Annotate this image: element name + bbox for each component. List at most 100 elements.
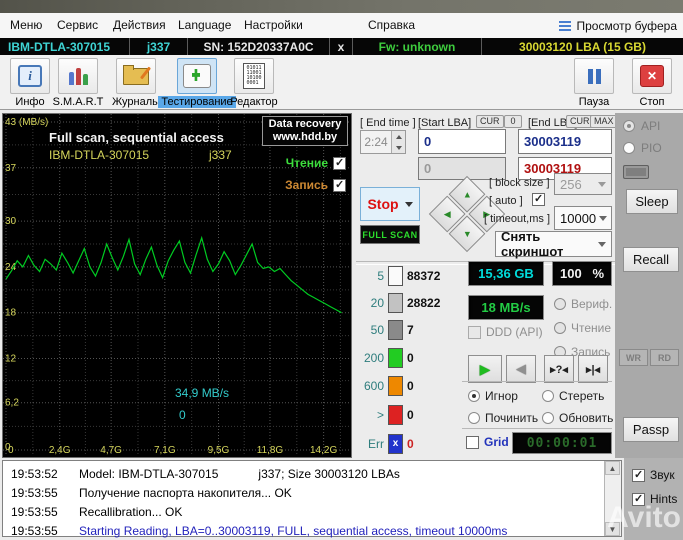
log-message: Получение паспорта накопителя... OK bbox=[79, 485, 292, 500]
start-lba-label: [Start LBA] bbox=[418, 117, 472, 129]
timeout-combo[interactable]: 10000 bbox=[554, 206, 612, 230]
menu-item-help[interactable]: Справка bbox=[368, 13, 415, 38]
read-mode-label: Чтение bbox=[571, 321, 612, 335]
ignore-radio[interactable] bbox=[468, 390, 480, 402]
block-label: 600 bbox=[363, 379, 384, 393]
info-label: Инфо bbox=[15, 96, 45, 108]
end-lba-input[interactable]: 30003119 bbox=[518, 129, 612, 154]
read-radio[interactable] bbox=[554, 322, 566, 334]
end-time-spinner[interactable]: 2:24 bbox=[360, 130, 406, 154]
graph-rev: j337 bbox=[209, 148, 232, 162]
pause-label: Пауза bbox=[578, 96, 610, 108]
stop-label: Стоп bbox=[639, 96, 665, 108]
sleep-button[interactable]: Sleep bbox=[626, 189, 678, 214]
block-stat-row-5: 5 88372 bbox=[358, 265, 440, 287]
scroll-down-icon[interactable] bbox=[605, 522, 620, 536]
red-x-icon bbox=[640, 65, 664, 87]
seek-end-button[interactable] bbox=[578, 355, 608, 383]
scan-stop-dropdown-button[interactable]: Stop bbox=[360, 187, 420, 221]
write-checkbox[interactable] bbox=[333, 178, 346, 192]
menu-item-actions[interactable]: Действия bbox=[113, 13, 166, 38]
testing-label: Тестирование bbox=[158, 96, 236, 108]
log-scrollbar[interactable] bbox=[604, 461, 621, 536]
block-count: 28822 bbox=[407, 296, 441, 310]
svg-text:14,2G: 14,2G bbox=[310, 445, 337, 455]
first-aid-kit-icon bbox=[183, 64, 211, 88]
block-label: 5 bbox=[377, 269, 384, 283]
menu-item-language[interactable]: Language bbox=[178, 13, 231, 38]
screenshot-combo[interactable]: Снять скриншот bbox=[495, 229, 612, 259]
repair-radio[interactable] bbox=[468, 412, 480, 424]
erase-radio[interactable] bbox=[542, 390, 554, 402]
ddd-checkbox[interactable] bbox=[468, 325, 481, 339]
block-stat-row-600: 600 0 bbox=[358, 375, 414, 397]
svg-text:6,2: 6,2 bbox=[5, 398, 19, 409]
start-lba-cur-button[interactable]: CUR bbox=[476, 115, 504, 128]
auto-checkbox[interactable] bbox=[532, 192, 545, 206]
dropdown-caret-icon bbox=[404, 201, 413, 211]
hints-checkbox[interactable] bbox=[632, 492, 645, 506]
block-count: 88372 bbox=[407, 269, 441, 283]
block-stat-row-200: 200 0 bbox=[358, 347, 414, 369]
log-message: Starting Reading, LBA=0..30003119, FULL,… bbox=[79, 523, 508, 538]
drive-capacity: 30003120 LBA (15 GB) bbox=[519, 39, 646, 54]
percent-value: 100 bbox=[560, 266, 582, 281]
block-size-combo[interactable]: 256 bbox=[554, 173, 612, 195]
block-stat-row-err: Err 0 bbox=[358, 433, 414, 455]
banner-line1: Data recovery bbox=[268, 118, 342, 130]
write-legend: Запись bbox=[285, 178, 346, 192]
buffer-view-button[interactable]: Просмотр буфера bbox=[559, 13, 677, 38]
svg-text:2,4G: 2,4G bbox=[49, 445, 71, 455]
start-lba-input[interactable]: 0 bbox=[418, 129, 506, 154]
play-icon bbox=[480, 361, 491, 378]
editor-button[interactable]: Редактор bbox=[228, 58, 280, 108]
pause-button[interactable]: Пауза bbox=[570, 58, 618, 108]
grid-checkbox[interactable] bbox=[466, 435, 479, 449]
api-radio[interactable] bbox=[623, 120, 635, 132]
rd-button[interactable]: RD bbox=[650, 349, 679, 366]
percent-sign: % bbox=[592, 266, 604, 281]
menu-item-menu[interactable]: Меню bbox=[10, 13, 42, 38]
info-button[interactable]: Инфо bbox=[6, 58, 54, 108]
seek-question-icon bbox=[550, 363, 568, 376]
start-scan-button[interactable] bbox=[468, 355, 502, 383]
refresh-radio[interactable] bbox=[542, 412, 554, 424]
cursor-lba-readout: 0 bbox=[179, 408, 186, 422]
seek-question-button[interactable] bbox=[544, 355, 574, 383]
drive-model: IBM-DTLA-307015 bbox=[0, 38, 130, 55]
pio-radio-row: PIO bbox=[623, 141, 662, 155]
step-back-button[interactable] bbox=[506, 355, 536, 383]
drive-tab-close[interactable]: x bbox=[330, 38, 353, 55]
block-label: > bbox=[376, 408, 384, 422]
end-lba-max-button[interactable]: MAX bbox=[590, 115, 618, 128]
menu-item-settings[interactable]: Настройки bbox=[244, 13, 303, 38]
erase-label: Стереть bbox=[559, 389, 605, 403]
start-lba-zero-button[interactable]: 0 bbox=[504, 115, 522, 128]
testing-button[interactable]: Тестирование bbox=[158, 58, 236, 108]
pio-radio[interactable] bbox=[623, 142, 635, 154]
recall-button[interactable]: Recall bbox=[623, 247, 679, 272]
scan-stop-label: Stop bbox=[367, 196, 399, 212]
smart-button[interactable]: S.M.A.R.T bbox=[52, 58, 104, 108]
block-swatch-white bbox=[388, 266, 403, 286]
screenshot-label: Снять скриншот bbox=[501, 229, 564, 259]
spinner-arrows-icon[interactable] bbox=[391, 131, 405, 153]
graph-title: Full scan, sequential access bbox=[49, 130, 224, 145]
scroll-up-icon[interactable] bbox=[605, 461, 620, 475]
api-radio-row: API bbox=[623, 119, 660, 133]
passport-button[interactable]: Passp bbox=[623, 417, 679, 442]
wr-button[interactable]: WR bbox=[619, 349, 648, 366]
status-swatch bbox=[623, 165, 649, 179]
stop-button[interactable]: Стоп bbox=[628, 58, 676, 108]
pio-label: PIO bbox=[641, 141, 662, 155]
read-checkbox[interactable] bbox=[333, 156, 346, 170]
block-stat-row-20: 20 28822 bbox=[358, 292, 440, 314]
verify-radio[interactable] bbox=[554, 298, 566, 310]
log-row: 19:53:55 Starting Reading, LBA=0..300031… bbox=[3, 521, 593, 540]
refresh-label: Обновить bbox=[559, 411, 614, 425]
journals-button[interactable]: Журналы bbox=[110, 58, 162, 108]
menu-item-service[interactable]: Сервис bbox=[57, 13, 98, 38]
end-time-value: 2:24 bbox=[364, 135, 388, 149]
toolbar: Инфо S.M.A.R.T Журналы Тестирование Реда… bbox=[0, 55, 683, 110]
sound-checkbox[interactable] bbox=[632, 468, 645, 482]
